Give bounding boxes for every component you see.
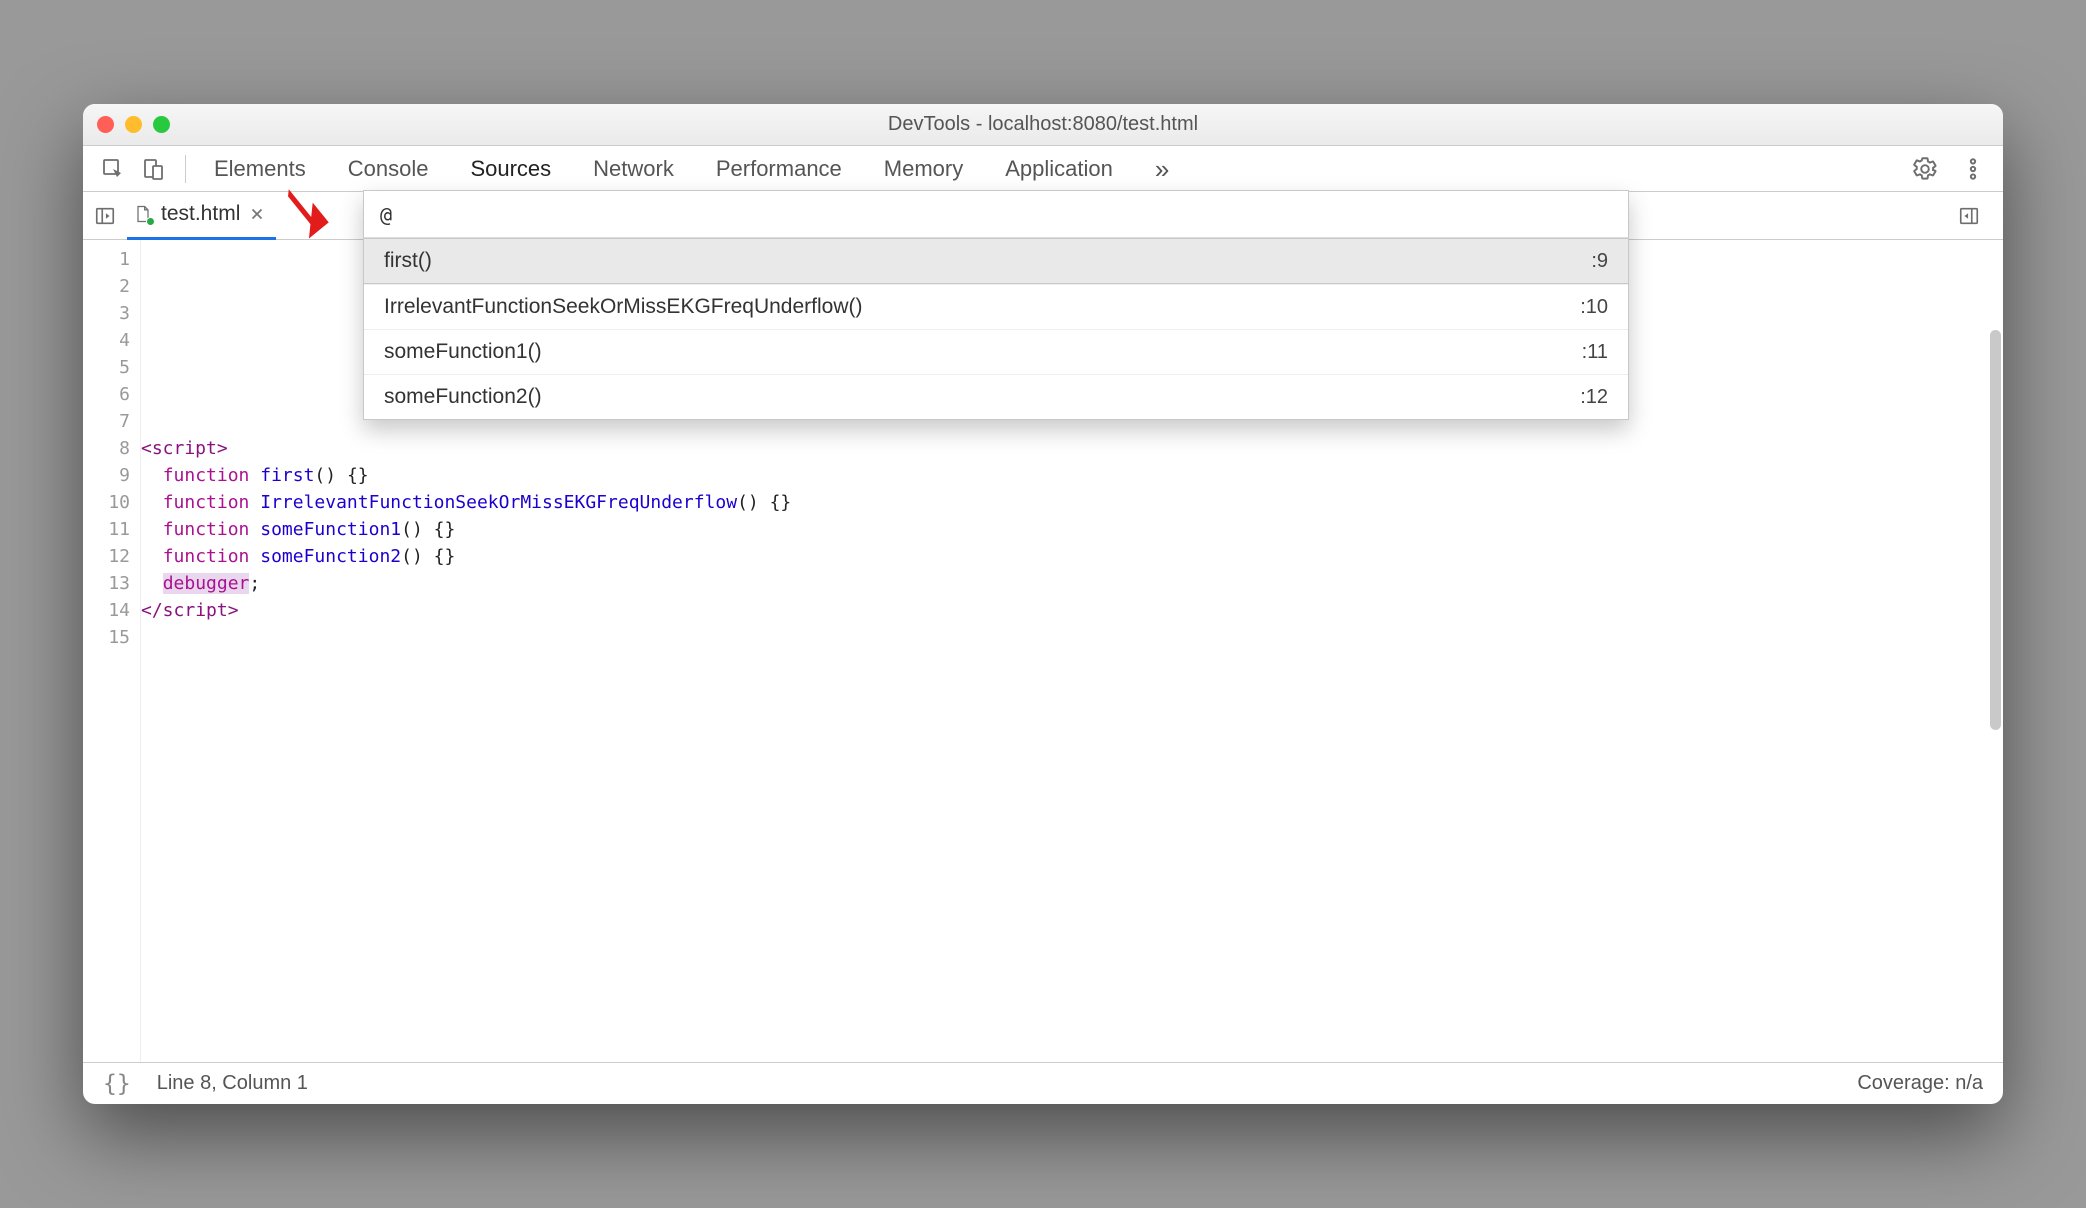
panel-tab-elements[interactable]: Elements <box>214 146 306 192</box>
gutter-line: 2 <box>83 273 140 300</box>
quick-open-panel: @ first() :9 IrrelevantFunctionSeekOrMissE… <box>363 190 1629 420</box>
quick-open-input[interactable]: @ <box>380 203 392 227</box>
code-line <box>141 624 2003 651</box>
titlebar: DevTools - localhost:8080/test.html <box>83 104 2003 146</box>
device-toggle-icon[interactable] <box>133 146 173 192</box>
code-line: function someFunction1() {} <box>141 516 2003 543</box>
code-line: debugger; <box>141 570 2003 597</box>
quick-open-item[interactable]: someFunction1() :11 <box>364 329 1628 374</box>
gutter-line: 9 <box>83 462 140 489</box>
statusbar: {} Line 8, Column 1 Coverage: n/a <box>83 1062 2003 1104</box>
gutter-line: 1 <box>83 246 140 273</box>
gutter-line: 8 <box>83 435 140 462</box>
kebab-menu-icon[interactable] <box>1953 146 1993 192</box>
navigator-toggle-icon[interactable] <box>83 192 127 240</box>
code-line: function someFunction2() {} <box>141 543 2003 570</box>
panel-tabs: Elements Console Sources Network Performance… <box>214 146 1113 192</box>
code-line: </script> <box>141 597 2003 624</box>
panel-tab-console[interactable]: Console <box>348 146 429 192</box>
quick-open-item[interactable]: someFunction2() :12 <box>364 374 1628 419</box>
quick-open-item-name: IrrelevantFunctionSeekOrMissEKGFreqUnder… <box>384 295 863 319</box>
gutter-line: 12 <box>83 543 140 570</box>
panel-tab-sources[interactable]: Sources <box>470 146 551 192</box>
gutter-line: 6 <box>83 381 140 408</box>
file-icon <box>133 204 153 224</box>
gutter-line: 15 <box>83 624 140 651</box>
code-line: <script> <box>141 435 2003 462</box>
annotation-arrow-icon <box>281 186 335 240</box>
gutter-line: 5 <box>83 354 140 381</box>
quick-open-item[interactable]: first() :9 <box>364 238 1628 284</box>
file-tab-label: test.html <box>161 202 240 226</box>
gutter: 123456789101112131415 <box>83 240 141 1062</box>
quick-open-item-name: someFunction2() <box>384 385 542 409</box>
quick-open-input-row: @ <box>364 191 1628 238</box>
gutter-line: 3 <box>83 300 140 327</box>
panel-tab-memory[interactable]: Memory <box>884 146 963 192</box>
scrollbar[interactable] <box>1990 330 2001 730</box>
code-line: function first() {} <box>141 462 2003 489</box>
inspect-element-icon[interactable] <box>93 146 133 192</box>
quick-open-list: first() :9 IrrelevantFunctionSeekOrMissEKG… <box>364 238 1628 419</box>
file-tab-test-html[interactable]: test.html <box>127 192 276 240</box>
pretty-print-icon[interactable]: {} <box>103 1071 131 1097</box>
gutter-line: 4 <box>83 327 140 354</box>
quick-open-item-name: first() <box>384 249 432 273</box>
toolbar-divider <box>185 155 186 183</box>
file-status-dot-icon <box>146 217 155 226</box>
quick-open-item-line: :10 <box>1580 296 1608 319</box>
panel-tab-network[interactable]: Network <box>593 146 674 192</box>
window-title: DevTools - localhost:8080/test.html <box>83 113 2003 136</box>
panel-tab-application[interactable]: Application <box>1005 146 1113 192</box>
overflow-tabs-button[interactable]: » <box>1155 146 1169 192</box>
gutter-line: 7 <box>83 408 140 435</box>
code-line: function IrrelevantFunctionSeekOrMissEKG… <box>141 489 2003 516</box>
close-tab-icon[interactable] <box>248 205 266 223</box>
gutter-line: 13 <box>83 570 140 597</box>
settings-icon[interactable] <box>1905 146 1945 192</box>
debugger-pane-toggle-icon[interactable] <box>1947 192 1991 240</box>
gutter-line: 11 <box>83 516 140 543</box>
quick-open-item-line: :12 <box>1580 386 1608 409</box>
quick-open-item[interactable]: IrrelevantFunctionSeekOrMissEKGFreqUnder… <box>364 284 1628 329</box>
devtools-window: DevTools - localhost:8080/test.html Elem… <box>83 104 2003 1104</box>
quick-open-item-line: :9 <box>1591 250 1608 273</box>
gutter-line: 10 <box>83 489 140 516</box>
panel-toolbar: Elements Console Sources Network Performance… <box>83 146 2003 192</box>
coverage-status: Coverage: n/a <box>1857 1072 1983 1095</box>
gutter-line: 14 <box>83 597 140 624</box>
quick-open-item-line: :11 <box>1582 341 1608 364</box>
cursor-position: Line 8, Column 1 <box>157 1072 308 1095</box>
quick-open-item-name: someFunction1() <box>384 340 542 364</box>
panel-tab-performance[interactable]: Performance <box>716 146 842 192</box>
